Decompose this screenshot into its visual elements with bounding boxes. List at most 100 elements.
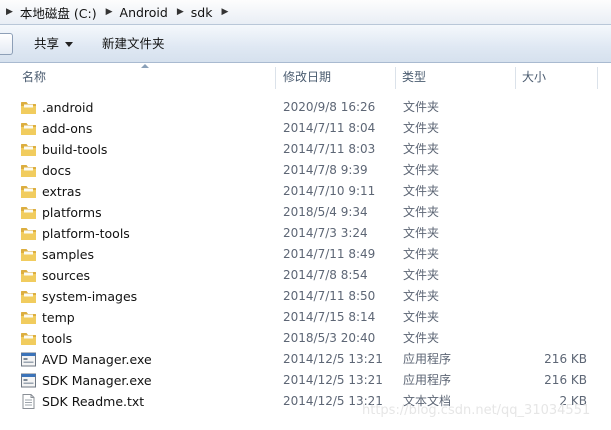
- share-button[interactable]: 共享: [34, 34, 74, 54]
- file-date: 2014/7/10 9:11: [283, 184, 376, 198]
- file-date: 2014/7/11 8:03: [283, 142, 376, 156]
- file-date: 2014/7/8 8:54: [283, 268, 368, 282]
- text-file-icon: [20, 394, 37, 409]
- file-type: 文件夹: [403, 142, 440, 156]
- file-row[interactable]: platforms 2018/5/4 9:34 文件夹: [0, 202, 611, 223]
- file-name: platforms: [42, 205, 102, 220]
- file-type: 文件夹: [403, 247, 440, 261]
- file-row[interactable]: SDK Manager.exe 2014/12/5 13:21 应用程序 216 KB: [0, 370, 611, 391]
- folder-icon: [20, 163, 37, 178]
- folder-icon: [20, 268, 37, 283]
- address-bar[interactable]: ▶ 本地磁盘 (C:) ▶ Android ▶ sdk ▶: [0, 0, 611, 25]
- file-row[interactable]: extras 2014/7/10 9:11 文件夹: [0, 181, 611, 202]
- file-name: SDK Manager.exe: [42, 373, 152, 388]
- file-name: add-ons: [42, 121, 93, 136]
- file-type: 应用程序: [403, 352, 452, 366]
- column-type[interactable]: 类型: [402, 63, 426, 91]
- folder-icon: [20, 142, 37, 157]
- file-type: 文件夹: [403, 205, 440, 219]
- file-type: 应用程序: [403, 373, 452, 387]
- file-name: system-images: [42, 289, 138, 304]
- file-row[interactable]: system-images 2014/7/11 8:50 文件夹: [0, 286, 611, 307]
- dropdown-caret-icon: [65, 42, 74, 47]
- file-date: 2014/7/11 8:04: [283, 121, 376, 135]
- column-header: 名称 修改日期 类型 大小: [0, 63, 611, 91]
- breadcrumb-sdk[interactable]: sdk: [188, 5, 216, 20]
- file-type: 文件夹: [403, 100, 440, 114]
- chevron-right-icon[interactable]: ▶: [6, 7, 13, 17]
- file-name: sources: [42, 268, 91, 283]
- file-row[interactable]: AVD Manager.exe 2014/12/5 13:21 应用程序 216 KB: [0, 349, 611, 370]
- file-name: build-tools: [42, 142, 108, 157]
- file-date: 2018/5/4 9:34: [283, 205, 368, 219]
- breadcrumb: ▶ 本地磁盘 (C:) ▶ Android ▶ sdk ▶: [0, 2, 232, 22]
- file-row[interactable]: tools 2018/5/3 20:40 文件夹: [0, 328, 611, 349]
- file-type: 文件夹: [403, 121, 440, 135]
- file-type: 文件夹: [403, 310, 440, 324]
- column-divider[interactable]: [515, 67, 516, 89]
- folder-icon: [20, 289, 37, 304]
- file-row[interactable]: samples 2014/7/11 8:49 文件夹: [0, 244, 611, 265]
- file-name: tools: [42, 331, 73, 346]
- file-name: samples: [42, 247, 94, 262]
- command-bar: 共享 新建文件夹: [0, 25, 611, 63]
- column-name[interactable]: 名称: [22, 63, 46, 91]
- column-divider[interactable]: [275, 67, 276, 89]
- folder-icon: [20, 100, 37, 115]
- file-size: 216 KB: [544, 352, 587, 366]
- folder-icon: [20, 205, 37, 220]
- folder-icon: [20, 184, 37, 199]
- file-name: platform-tools: [42, 226, 130, 241]
- file-date: 2014/7/11 8:50: [283, 289, 376, 303]
- file-name: AVD Manager.exe: [42, 352, 152, 367]
- organize-button-edge[interactable]: [0, 33, 13, 55]
- file-name: temp: [42, 310, 75, 325]
- file-type: 文件夹: [403, 226, 440, 240]
- file-name: .android: [42, 100, 94, 115]
- file-type: 文件夹: [403, 331, 440, 345]
- folder-icon: [20, 310, 37, 325]
- file-row[interactable]: sources 2014/7/8 8:54 文件夹: [0, 265, 611, 286]
- share-label: 共享: [34, 36, 60, 51]
- folder-icon: [20, 247, 37, 262]
- file-date: 2018/5/3 20:40: [283, 331, 376, 345]
- file-type: 文件夹: [403, 163, 440, 177]
- file-name: SDK Readme.txt: [42, 394, 145, 409]
- file-name: docs: [42, 163, 71, 178]
- watermark: https://blog.csdn.net/qq_31034551: [362, 403, 591, 418]
- new-folder-button[interactable]: 新建文件夹: [102, 34, 165, 54]
- chevron-right-icon[interactable]: ▶: [177, 7, 184, 17]
- chevron-right-icon[interactable]: ▶: [221, 7, 228, 17]
- column-size[interactable]: 大小: [522, 63, 546, 91]
- folder-icon: [20, 226, 37, 241]
- breadcrumb-drive[interactable]: 本地磁盘 (C:): [17, 3, 100, 22]
- column-divider[interactable]: [597, 67, 598, 89]
- file-row[interactable]: docs 2014/7/8 9:39 文件夹: [0, 160, 611, 181]
- file-type: 文件夹: [403, 184, 440, 198]
- chevron-right-icon[interactable]: ▶: [106, 7, 113, 17]
- file-row[interactable]: add-ons 2014/7/11 8:04 文件夹: [0, 118, 611, 139]
- file-row[interactable]: platform-tools 2014/7/3 3:24 文件夹: [0, 223, 611, 244]
- folder-icon: [20, 121, 37, 136]
- file-type: 文件夹: [403, 289, 440, 303]
- file-date: 2014/7/3 3:24: [283, 226, 368, 240]
- file-row[interactable]: build-tools 2014/7/11 8:03 文件夹: [0, 139, 611, 160]
- file-date: 2020/9/8 16:26: [283, 100, 376, 114]
- breadcrumb-android[interactable]: Android: [117, 5, 171, 20]
- file-date: 2014/7/11 8:49: [283, 247, 376, 261]
- column-date[interactable]: 修改日期: [283, 63, 331, 91]
- exe-icon: [20, 373, 37, 388]
- file-name: extras: [42, 184, 82, 199]
- file-type: 文件夹: [403, 268, 440, 282]
- file-date: 2014/7/8 9:39: [283, 163, 368, 177]
- file-date: 2014/12/5 13:21: [283, 352, 383, 366]
- file-date: 2014/12/5 13:21: [283, 373, 383, 387]
- column-divider[interactable]: [395, 67, 396, 89]
- file-date: 2014/7/15 8:14: [283, 310, 376, 324]
- file-row[interactable]: temp 2014/7/15 8:14 文件夹: [0, 307, 611, 328]
- file-size: 216 KB: [544, 373, 587, 387]
- exe-icon: [20, 352, 37, 367]
- new-folder-label: 新建文件夹: [102, 36, 165, 51]
- file-row[interactable]: .android 2020/9/8 16:26 文件夹: [0, 97, 611, 118]
- sort-ascending-icon: [141, 64, 149, 68]
